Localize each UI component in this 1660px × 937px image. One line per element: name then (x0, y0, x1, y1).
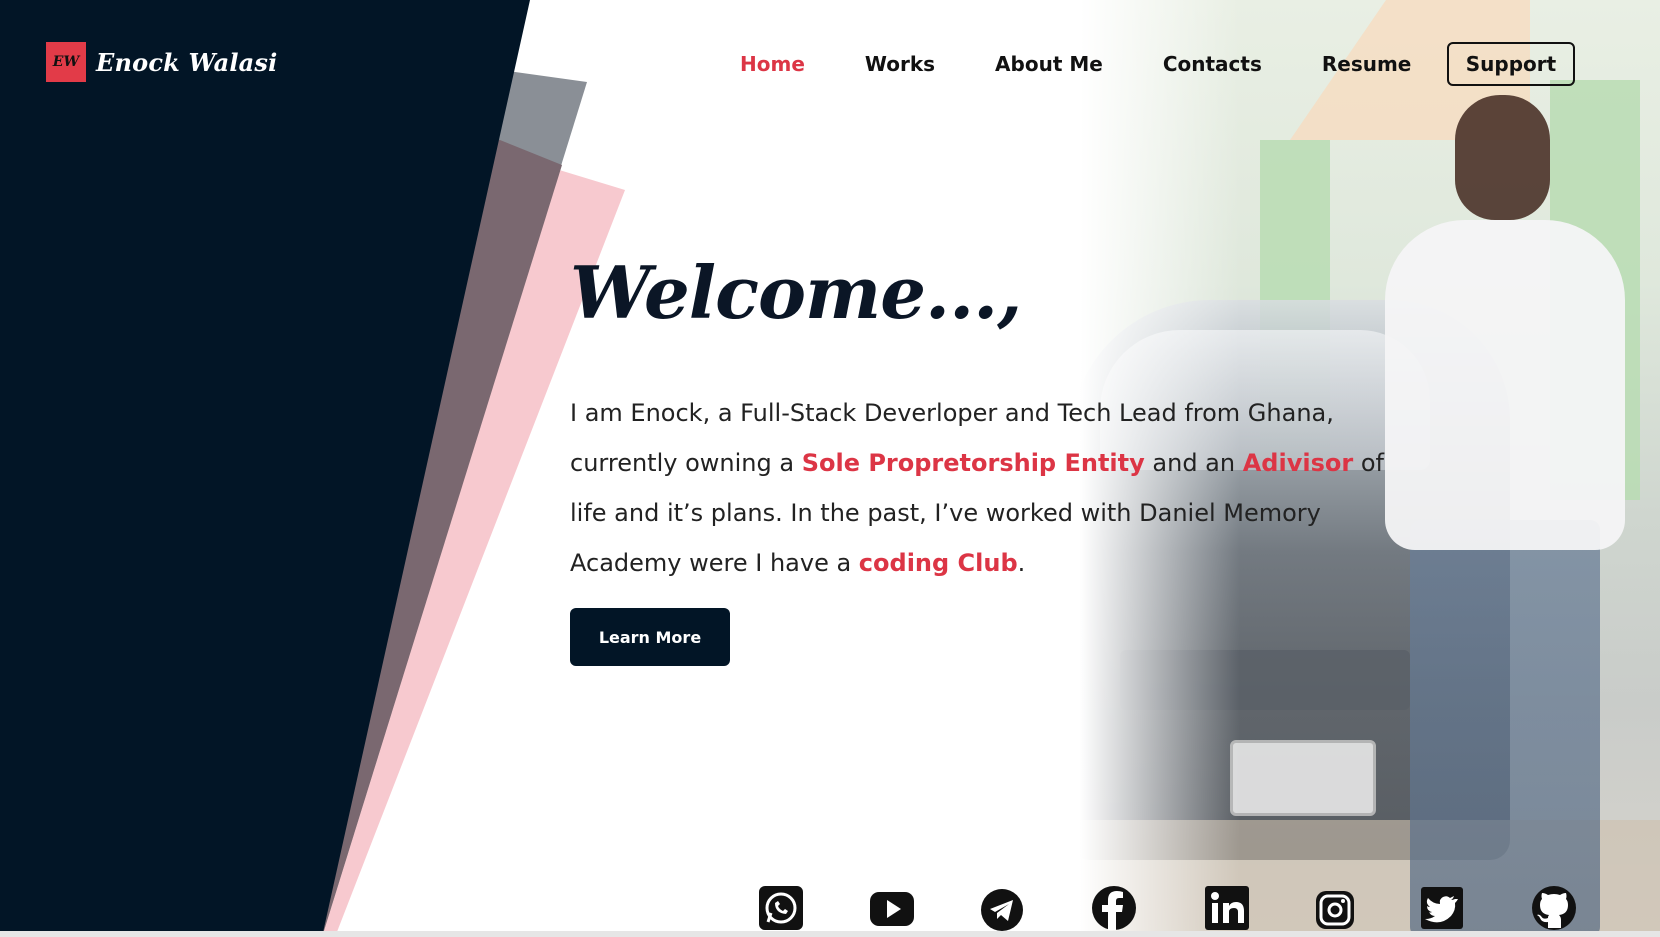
twitter-icon[interactable] (1418, 884, 1466, 932)
highlight-coding-club: coding Club (858, 549, 1018, 577)
whatsapp-icon[interactable] (757, 884, 805, 932)
photo-person-legs (1410, 520, 1600, 937)
photo-license-plate (1230, 740, 1376, 816)
telegram-icon[interactable] (978, 884, 1026, 932)
highlight-advisor: Adivisor (1242, 449, 1354, 477)
brand-name: Enock Walasi (96, 47, 278, 77)
youtube-icon[interactable] (868, 884, 916, 932)
learn-more-button[interactable]: Learn More (570, 608, 730, 666)
main-nav: Home Works About Me Contacts Resume (740, 42, 1471, 86)
linkedin-icon[interactable] (1203, 884, 1251, 932)
instagram-icon[interactable] (1311, 884, 1359, 932)
hero-text-part: and an (1144, 449, 1243, 477)
nav-item-about-me[interactable]: About Me (995, 52, 1103, 76)
facebook-icon[interactable] (1090, 884, 1138, 932)
nav-item-home[interactable]: Home (740, 52, 805, 76)
logo-mark: EW (46, 42, 86, 82)
github-icon[interactable] (1530, 884, 1578, 932)
hero-text-part: . (1017, 549, 1026, 577)
brand-logo[interactable]: EW Enock Walasi (46, 42, 277, 82)
photo-person-shirt (1385, 220, 1625, 550)
highlight-sole-proprietorship: Sole Propretorship Entity (801, 449, 1145, 477)
hero-title: Welcome..., (570, 250, 1022, 335)
hero-description: I am Enock, a Full-Stack Deverloper and … (570, 388, 1390, 588)
nav-item-resume[interactable]: Resume (1322, 52, 1412, 76)
photo-person-head (1455, 95, 1550, 220)
support-button[interactable]: Support (1447, 42, 1575, 86)
bottom-scrollbar (0, 931, 1660, 937)
nav-item-contacts[interactable]: Contacts (1163, 52, 1262, 76)
nav-item-works[interactable]: Works (865, 52, 935, 76)
